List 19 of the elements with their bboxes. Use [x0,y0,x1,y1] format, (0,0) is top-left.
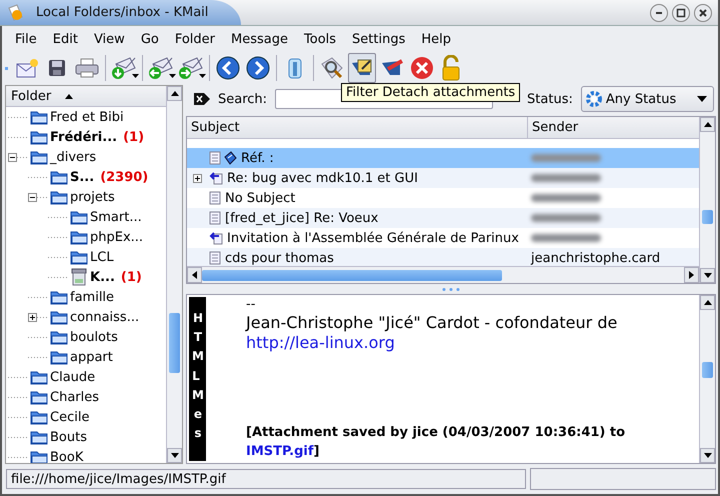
message-sender: jeanchristophe.card [531,250,660,266]
unread-count: (1) [120,270,142,284]
unread-count: (1) [123,130,144,144]
signature-text: Jean-Christophe "Jicé" Cardot - cofondateur de [246,313,618,333]
html-banner: HTML Mes [189,297,206,461]
tooltip: Filter Detach attachments [341,83,520,102]
status-text: file:///home/jice/Images/IMSTP.gif [6,469,526,489]
message-subject: No Subject [225,190,296,206]
message-subject: cds pour thomas [225,250,334,266]
message-subject: [fred_et_jice] Re: Voeux [225,210,378,226]
message-subject: Invitation à l'Assemblée Générale de Parinux [227,230,519,246]
search-label: Search: [218,92,268,106]
status-label: Status: [527,92,573,106]
attachment-note: [Attachment saved by jice (04/03/2007 10:36:41) to IMSTP.gif] [246,424,626,461]
message-subject: Re: bug avec mdk10.1 et GUI [227,170,418,186]
window-title: Local Folders/inbox - KMail [36,5,208,20]
unread-count: (2390) [100,170,148,184]
signature-separator: -- [246,297,256,313]
message-subject: Réf. : [241,150,274,166]
